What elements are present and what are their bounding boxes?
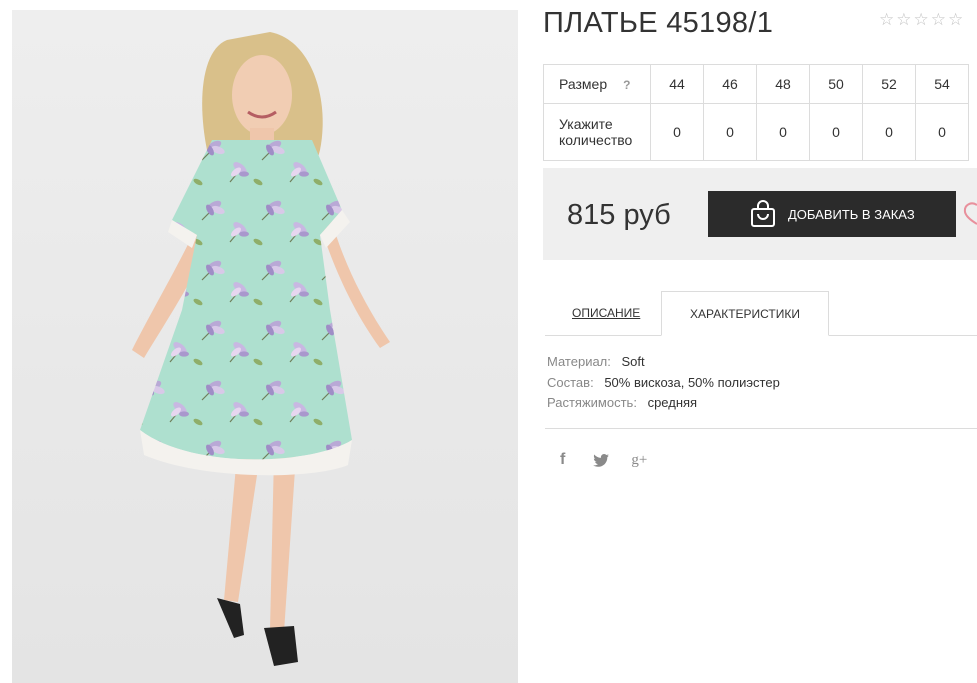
quantity-input-50[interactable]: [816, 124, 856, 140]
characteristic-key: Материал:: [547, 354, 611, 369]
price-box: 815 руб ДОБАВИТЬ В ЗАКАЗ: [543, 168, 977, 260]
qty-cell: [650, 103, 704, 161]
star-icon[interactable]: ☆: [896, 11, 911, 29]
tab-characteristics[interactable]: ХАРАКТЕРИСТИКИ: [661, 291, 829, 336]
size-label: Размер: [559, 75, 608, 92]
size-52: 52: [862, 64, 916, 104]
characteristics-list: Материал: Soft Состав: 50% вискоза, 50% …: [547, 352, 780, 414]
quantity-input-54[interactable]: [922, 124, 962, 140]
star-icon[interactable]: ☆: [914, 11, 929, 29]
add-to-order-button[interactable]: ДОБАВИТЬ В ЗАКАЗ: [708, 191, 956, 237]
dress-illustration: [12, 10, 518, 683]
characteristic-row: Материал: Soft: [547, 352, 780, 373]
tab-description[interactable]: ОПИСАНИЕ: [572, 291, 640, 335]
characteristic-value: 50% вискоза, 50% полиэстер: [604, 374, 780, 390]
characteristic-row: Растяжимость: средняя: [547, 393, 780, 414]
size-44: 44: [650, 64, 704, 104]
size-46: 46: [703, 64, 757, 104]
quantity-label: Укажите количество: [543, 103, 651, 161]
size-label-cell: Размер?: [543, 64, 651, 104]
size-50: 50: [809, 64, 863, 104]
characteristic-value: средняя: [647, 395, 698, 410]
rating-stars[interactable]: ☆ ☆ ☆ ☆ ☆: [879, 11, 963, 29]
size-table: Размер? 44 46 48 50 52 54 Укажите количе…: [543, 64, 969, 161]
quantity-input-52[interactable]: [869, 124, 909, 140]
qty-cell: [756, 103, 810, 161]
heart-icon[interactable]: [962, 201, 977, 230]
qty-cell: [862, 103, 916, 161]
divider: [545, 428, 977, 429]
google-plus-icon[interactable]: g+: [631, 452, 647, 469]
twitter-icon[interactable]: [593, 453, 610, 467]
product-photo[interactable]: [12, 10, 518, 683]
characteristic-key: Состав:: [547, 374, 594, 390]
star-icon[interactable]: ☆: [948, 11, 963, 29]
characteristic-key: Растяжимость:: [547, 395, 637, 410]
characteristic-value: Soft: [621, 354, 645, 369]
add-to-order-label: ДОБАВИТЬ В ЗАКАЗ: [788, 206, 915, 222]
qty-cell: [703, 103, 757, 161]
star-icon[interactable]: ☆: [879, 11, 894, 29]
product-tabs: ОПИСАНИЕ ХАРАКТЕРИСТИКИ: [545, 291, 977, 336]
quantity-input-48[interactable]: [763, 124, 803, 140]
characteristic-row: Состав: 50% вискоза, 50% полиэстер: [547, 373, 780, 394]
qty-cell: [809, 103, 863, 161]
facebook-icon[interactable]: f: [560, 451, 565, 469]
star-icon[interactable]: ☆: [931, 11, 946, 29]
quantity-input-46[interactable]: [710, 124, 750, 140]
size-54: 54: [915, 64, 969, 104]
size-48: 48: [756, 64, 810, 104]
product-title: ПЛАТЬЕ 45198/1: [543, 7, 774, 39]
social-share: f g+: [560, 451, 647, 469]
size-help-icon[interactable]: ?: [623, 78, 630, 92]
price: 815 руб: [567, 199, 671, 231]
qty-cell: [915, 103, 969, 161]
shopping-bag-icon: [750, 200, 776, 228]
size-row: Размер? 44 46 48 50 52 54: [543, 64, 969, 104]
quantity-input-44[interactable]: [657, 124, 697, 140]
quantity-row: Укажите количество: [543, 103, 969, 161]
